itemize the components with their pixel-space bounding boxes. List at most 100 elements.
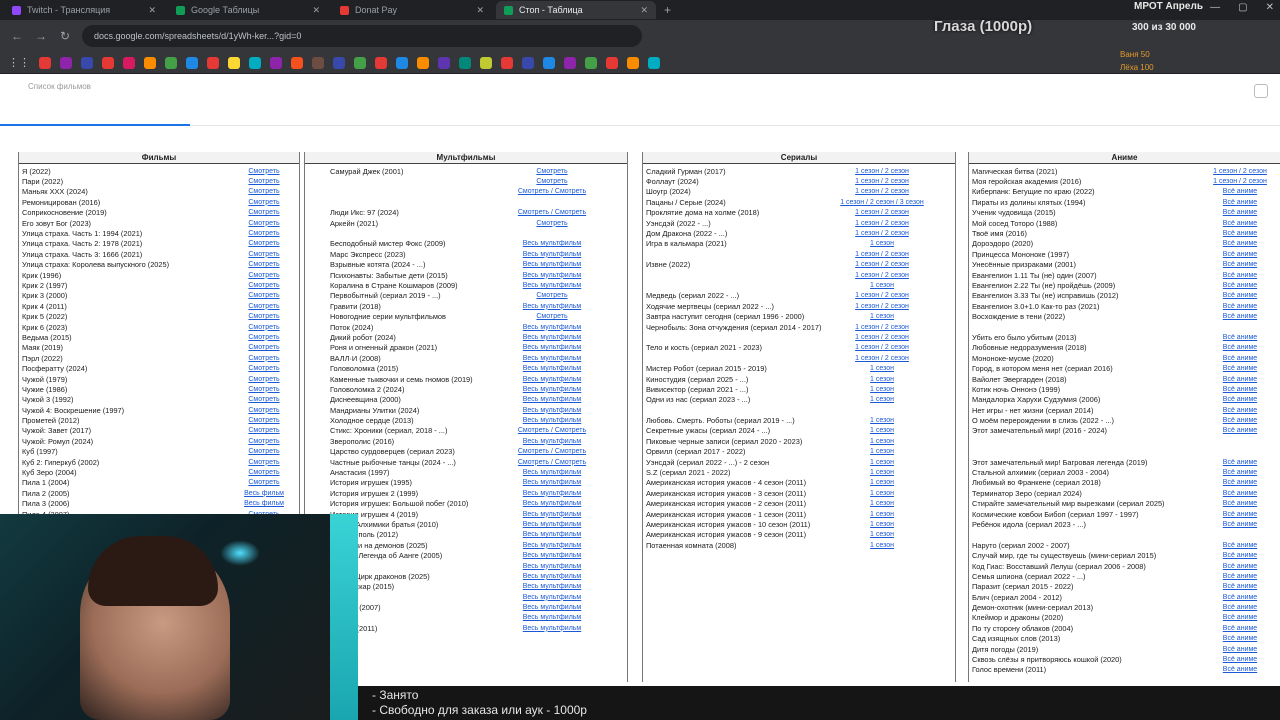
- watch-link[interactable]: Всё аниме: [1204, 594, 1276, 601]
- watch-link[interactable]: Смотреть: [241, 303, 287, 310]
- watch-link[interactable]: Всё аниме: [1204, 396, 1276, 403]
- bookmark-icon[interactable]: [627, 56, 639, 69]
- watch-link[interactable]: Смотреть: [241, 251, 287, 258]
- bookmark-icon[interactable]: [60, 56, 72, 69]
- watch-link[interactable]: Всё аниме: [1204, 272, 1276, 279]
- watch-link[interactable]: Весь фильм: [241, 500, 287, 507]
- watch-link[interactable]: Весь мультфильм: [497, 303, 607, 310]
- watch-link[interactable]: 1 сезон: [827, 313, 937, 320]
- watch-link[interactable]: Смотреть: [241, 209, 287, 216]
- watch-link[interactable]: 1 сезон / 2 сезон: [1204, 168, 1276, 175]
- watch-link[interactable]: Всё аниме: [1204, 511, 1276, 518]
- watch-link[interactable]: 1 сезон: [827, 438, 937, 445]
- watch-link[interactable]: Смотреть: [241, 376, 287, 383]
- watch-link[interactable]: Смотреть: [241, 313, 287, 320]
- tab-close-icon[interactable]: ✕: [640, 5, 648, 16]
- watch-link[interactable]: Всё аниме: [1204, 656, 1276, 663]
- bookmark-icon[interactable]: [648, 56, 660, 69]
- watch-link[interactable]: 1 сезон: [827, 511, 937, 518]
- bookmark-icon[interactable]: [417, 56, 429, 69]
- watch-link[interactable]: 1 сезон: [827, 531, 937, 538]
- watch-link[interactable]: Весь мультфильм: [497, 563, 607, 570]
- watch-link[interactable]: Весь мультфильм: [497, 552, 607, 559]
- tab-close-icon[interactable]: ✕: [148, 5, 156, 16]
- watch-link[interactable]: Весь мультфильм: [497, 625, 607, 632]
- watch-link[interactable]: Весь мультфильм: [497, 521, 607, 528]
- watch-link[interactable]: Смотреть: [241, 427, 287, 434]
- watch-link[interactable]: Смотреть / Смотреть: [497, 459, 607, 466]
- bookmark-icon[interactable]: [333, 56, 345, 69]
- watch-link[interactable]: 1 сезон / 2 сезон: [827, 220, 937, 227]
- watch-link[interactable]: Смотреть: [497, 292, 607, 299]
- bookmark-icon[interactable]: [270, 56, 282, 69]
- watch-link[interactable]: 1 сезон: [827, 479, 937, 486]
- watch-link[interactable]: Весь мультфильм: [497, 282, 607, 289]
- watch-link[interactable]: 1 сезон / 2 сезон: [827, 344, 937, 351]
- watch-link[interactable]: Весь мультфильм: [497, 573, 607, 580]
- watch-link[interactable]: 1 сезон: [827, 240, 937, 247]
- watch-link[interactable]: 1 сезон: [827, 417, 937, 424]
- watch-link[interactable]: Смотреть: [241, 438, 287, 445]
- watch-link[interactable]: Смотреть: [241, 199, 287, 206]
- watch-link[interactable]: Всё аниме: [1204, 188, 1276, 195]
- watch-link[interactable]: Весь мультфильм: [497, 251, 607, 258]
- watch-link[interactable]: Всё аниме: [1204, 500, 1276, 507]
- forward-icon[interactable]: →: [34, 29, 48, 43]
- watch-link[interactable]: Всё аниме: [1204, 479, 1276, 486]
- watch-link[interactable]: 1 сезон / 2 сезон: [827, 324, 937, 331]
- watch-link[interactable]: Всё аниме: [1204, 625, 1276, 632]
- watch-link[interactable]: Весь мультфильм: [497, 500, 607, 507]
- watch-link[interactable]: Всё аниме: [1204, 614, 1276, 621]
- bookmark-icon[interactable]: [438, 56, 450, 69]
- watch-link[interactable]: Весь мультфильм: [497, 365, 607, 372]
- watch-link[interactable]: Смотреть: [241, 324, 287, 331]
- watch-link[interactable]: Всё аниме: [1204, 251, 1276, 258]
- watch-link[interactable]: Всё аниме: [1204, 407, 1276, 414]
- watch-link[interactable]: Смотреть: [241, 469, 287, 476]
- bookmark-icon[interactable]: [81, 56, 93, 69]
- watch-link[interactable]: Всё аниме: [1204, 344, 1276, 351]
- watch-link[interactable]: 1 сезон: [827, 386, 937, 393]
- watch-link[interactable]: Весь мультфильм: [497, 531, 607, 538]
- watch-link[interactable]: Всё аниме: [1204, 199, 1276, 206]
- browser-tab[interactable]: Donat Pay ✕: [332, 1, 492, 19]
- watch-link[interactable]: Весь фильм: [241, 490, 287, 497]
- watch-link[interactable]: Всё аниме: [1204, 542, 1276, 549]
- watch-link[interactable]: Весь мультфильм: [497, 594, 607, 601]
- watch-link[interactable]: Всё аниме: [1204, 604, 1276, 611]
- watch-link[interactable]: 1 сезон / 2 сезон: [827, 209, 937, 216]
- watch-link[interactable]: Всё аниме: [1204, 334, 1276, 341]
- watch-link[interactable]: 1 сезон: [827, 490, 937, 497]
- watch-link[interactable]: 1 сезон / 2 сезон: [827, 188, 937, 195]
- watch-link[interactable]: Весь мультфильм: [497, 479, 607, 486]
- watch-link[interactable]: 1 сезон / 2 сезон: [827, 261, 937, 268]
- watch-link[interactable]: Весь мультфильм: [497, 438, 607, 445]
- watch-link[interactable]: Всё аниме: [1204, 292, 1276, 299]
- bookmark-icon[interactable]: [123, 56, 135, 69]
- watch-link[interactable]: Смотреть: [241, 240, 287, 247]
- watch-link[interactable]: Всё аниме: [1204, 552, 1276, 559]
- watch-link[interactable]: Смотреть: [241, 365, 287, 372]
- bookmark-icon[interactable]: [543, 56, 555, 69]
- watch-link[interactable]: Всё аниме: [1204, 417, 1276, 424]
- watch-link[interactable]: 1 сезон: [827, 427, 937, 434]
- watch-link[interactable]: 1 сезон: [827, 542, 937, 549]
- watch-link[interactable]: Весь мультфильм: [497, 272, 607, 279]
- bookmark-icon[interactable]: [207, 56, 219, 69]
- tab-close-icon[interactable]: ✕: [476, 5, 484, 16]
- watch-link[interactable]: Смотреть: [241, 459, 287, 466]
- watch-link[interactable]: 1 сезон / 2 сезон / 3 сезон: [827, 199, 937, 206]
- watch-link[interactable]: Весь мультфильм: [497, 324, 607, 331]
- bookmark-icon[interactable]: [186, 56, 198, 69]
- bookmark-icon[interactable]: [606, 56, 618, 69]
- watch-link[interactable]: Смотреть: [241, 355, 287, 362]
- bookmark-icon[interactable]: [522, 56, 534, 69]
- maximize-icon[interactable]: ▢: [1238, 2, 1247, 13]
- watch-link[interactable]: Всё аниме: [1204, 427, 1276, 434]
- watch-link[interactable]: Смотреть: [497, 313, 607, 320]
- bookmark-icon[interactable]: [354, 56, 366, 69]
- watch-link[interactable]: Смотреть: [497, 178, 607, 185]
- bookmark-icon[interactable]: [249, 56, 261, 69]
- watch-link[interactable]: 1 сезон: [827, 365, 937, 372]
- watch-link[interactable]: Смотреть: [241, 334, 287, 341]
